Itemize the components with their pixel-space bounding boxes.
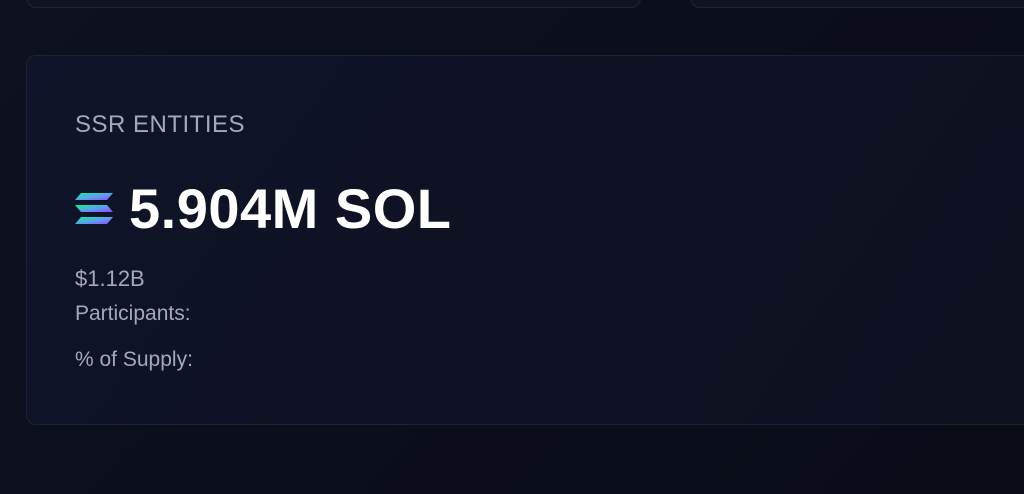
participants-label: Participants: <box>75 302 191 325</box>
participants-stat: Participants: <box>75 302 197 326</box>
sol-amount: 5.904M SOL <box>129 177 452 240</box>
amount-row: 5.904M SOL <box>73 181 451 237</box>
usd-value: $1.12B <box>75 266 145 291</box>
solana-logo-icon <box>75 193 113 224</box>
ssr-entities-card: SSR ENTITIES 5.904M SOL $1.12B Participa… <box>26 55 1024 425</box>
card-title: SSR ENTITIES <box>75 111 246 138</box>
top-card-left <box>26 0 641 8</box>
top-card-right <box>690 0 1024 8</box>
supply-stat: % of Supply: <box>75 348 199 372</box>
supply-label: % of Supply: <box>75 348 193 371</box>
page: SSR ENTITIES 5.904M SOL $1.12B Participa… <box>0 0 1024 494</box>
